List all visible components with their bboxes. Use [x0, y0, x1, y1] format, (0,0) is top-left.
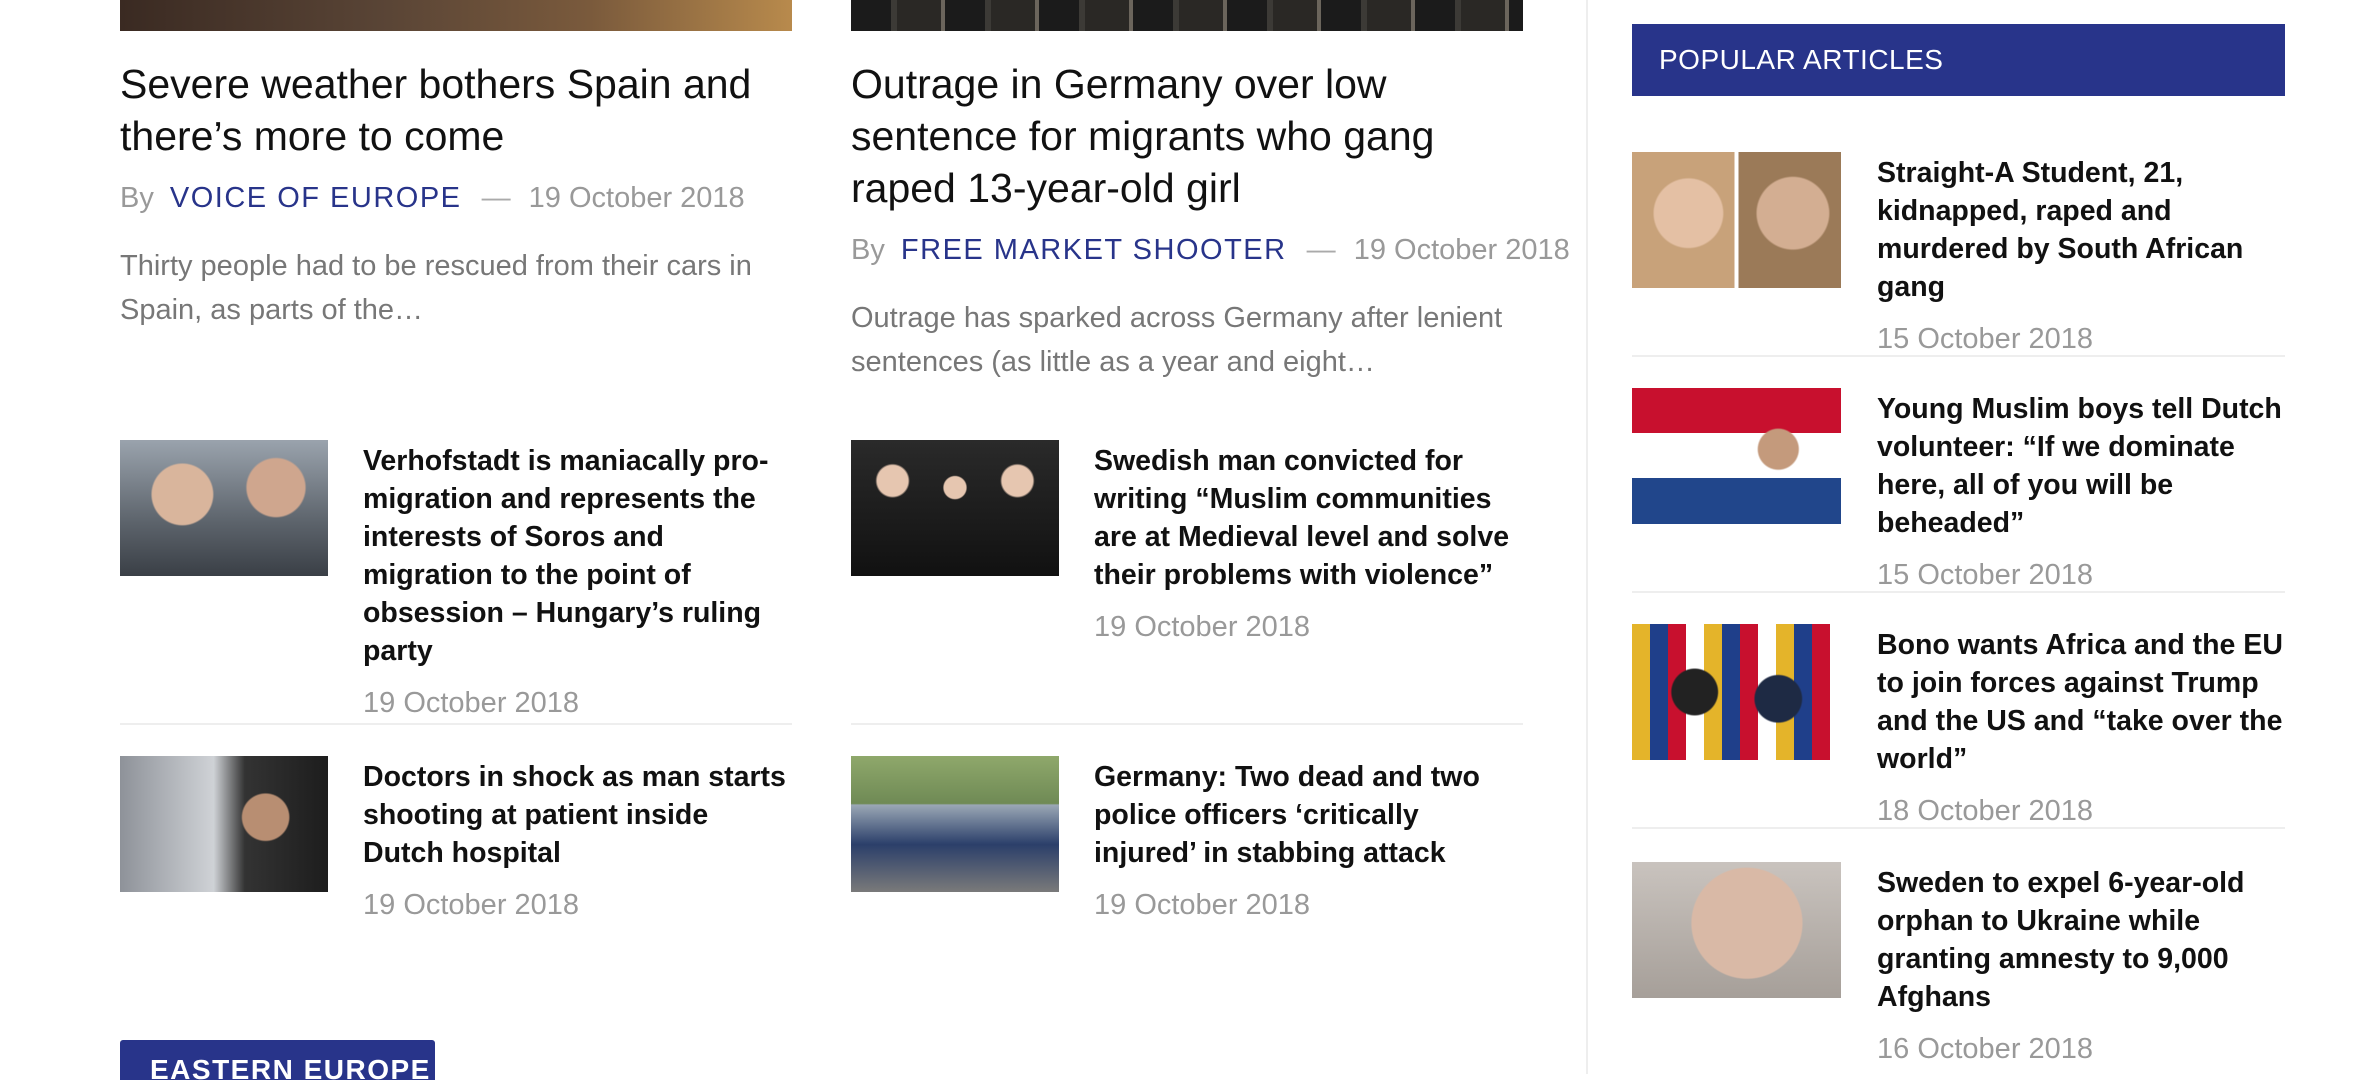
author-link[interactable]: VOICE OF EUROPE [170, 182, 462, 214]
article-thumbnail[interactable] [851, 440, 1059, 576]
article-thumbnail[interactable] [120, 440, 328, 576]
popular-item-date: 18 October 2018 [1877, 795, 2094, 827]
article-excerpt: Outrage has sparked across Germany after… [851, 302, 1503, 378]
article-date: 19 October 2018 [528, 182, 745, 214]
article-thumbnail[interactable] [1632, 862, 1841, 998]
byline-by: By [851, 234, 885, 266]
byline-separator: — [481, 182, 511, 214]
popular-item-date: 15 October 2018 [1877, 559, 2094, 591]
list-item-title[interactable]: Doctors in shock as man starts shooting … [363, 756, 793, 872]
byline-by: By [120, 182, 154, 214]
article-date: 19 October 2018 [1353, 234, 1570, 266]
list-item-title[interactable]: Verhofstadt is maniacally pro-migration … [363, 440, 793, 670]
article-thumbnail[interactable] [851, 756, 1059, 892]
list-item-date: 19 October 2018 [363, 889, 580, 921]
popular-item-title[interactable]: Straight-A Student, 21, kidnapped, raped… [1877, 152, 2287, 306]
sidebar-divider [1586, 0, 1588, 1074]
article-thumbnail[interactable] [1632, 152, 1841, 288]
popular-articles-header: POPULAR ARTICLES [1632, 24, 2285, 96]
article-thumbnail[interactable] [1632, 624, 1841, 760]
popular-item-title[interactable]: Bono wants Africa and the EU to join for… [1877, 624, 2287, 778]
list-item-date: 19 October 2018 [1094, 611, 1311, 643]
article-byline: By VOICE OF EUROPE — 19 October 2018 [120, 180, 792, 216]
featured-image-germany-outrage[interactable] [851, 0, 1523, 31]
article-byline: By FREE MARKET SHOOTER — 19 October 2018 [851, 232, 1570, 268]
popular-item-date: 15 October 2018 [1877, 323, 2094, 355]
divider [1632, 591, 2285, 593]
divider [120, 723, 792, 725]
section-tag-label: EASTERN EUROPE [150, 1054, 431, 1085]
list-item-title[interactable]: Germany: Two dead and two police officer… [1094, 756, 1524, 872]
author-link[interactable]: FREE MARKET SHOOTER [901, 234, 1287, 266]
article-thumbnail[interactable] [1632, 388, 1841, 524]
featured-article-right: Outrage in Germany over low sentence for… [851, 58, 1570, 384]
divider [1632, 355, 2285, 357]
popular-item-date: 16 October 2018 [1877, 1033, 2094, 1065]
featured-image-spain-weather[interactable] [120, 0, 792, 31]
section-tag-eastern-europe[interactable]: EASTERN EUROPE [120, 1040, 435, 1085]
featured-article-left: Severe weather bothers Spain and there’s… [120, 58, 792, 332]
divider [851, 723, 1523, 725]
byline-separator: — [1306, 234, 1336, 266]
list-item-title[interactable]: Swedish man convicted for writing “Musli… [1094, 440, 1524, 594]
list-item-date: 19 October 2018 [1094, 889, 1311, 921]
article-thumbnail[interactable] [120, 756, 328, 892]
popular-item-title[interactable]: Young Muslim boys tell Dutch volunteer: … [1877, 388, 2287, 542]
popular-item-title[interactable]: Sweden to expel 6-year-old orphan to Ukr… [1877, 862, 2287, 1016]
article-title[interactable]: Severe weather bothers Spain and there’s… [120, 58, 792, 162]
article-excerpt: Thirty people had to be rescued from the… [120, 250, 752, 326]
article-title[interactable]: Outrage in Germany over low sentence for… [851, 58, 1523, 214]
list-item-date: 19 October 2018 [363, 687, 580, 719]
popular-articles-title: POPULAR ARTICLES [1659, 44, 1944, 75]
divider [1632, 827, 2285, 829]
